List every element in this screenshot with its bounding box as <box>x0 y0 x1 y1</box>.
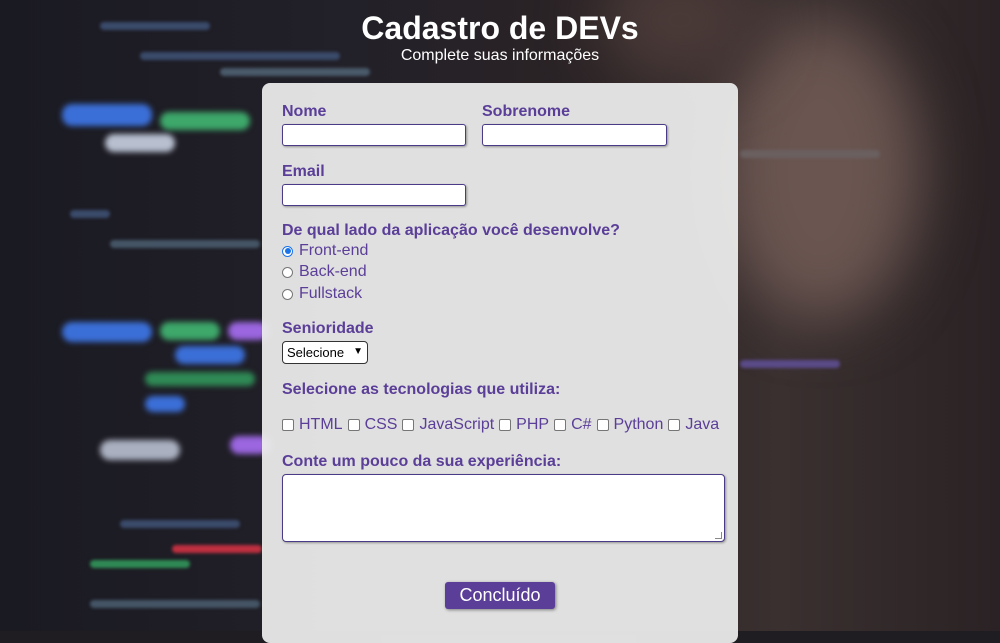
checkbox[interactable] <box>402 419 415 431</box>
checkbox-css[interactable]: CSS <box>347 416 398 434</box>
checkbox-java[interactable]: Java <box>668 416 719 434</box>
checkbox-csharp[interactable]: C# <box>554 416 592 434</box>
radio-label: Back-end <box>299 263 367 280</box>
checkbox-php[interactable]: PHP <box>499 416 549 434</box>
checkbox-label: C# <box>571 416 592 433</box>
select-value: Selecione <box>287 345 345 360</box>
checkbox-javascript[interactable]: JavaScript <box>402 416 494 434</box>
registration-form: Nome Sobrenome Email De qual lado da apl… <box>262 83 738 643</box>
radio-label: Fullstack <box>299 285 363 302</box>
checkbox-label: JavaScript <box>419 416 495 433</box>
checkbox[interactable] <box>554 419 567 431</box>
sobrenome-label: Sobrenome <box>482 103 571 120</box>
nome-input[interactable] <box>282 124 466 146</box>
radio-label: Front-end <box>299 242 369 259</box>
checkbox[interactable] <box>347 419 360 431</box>
checkbox-python[interactable]: Python <box>596 416 664 434</box>
radio-button[interactable] <box>282 266 293 278</box>
checkbox[interactable] <box>499 419 512 431</box>
radio-fullstack[interactable]: Fullstack <box>282 284 362 304</box>
tecnologias-checkboxes: HTML CSS JavaScript PHP C# Python Java <box>282 415 724 435</box>
checkbox-label: HTML <box>299 416 343 433</box>
nome-label: Nome <box>282 103 327 120</box>
email-label: Email <box>282 163 325 180</box>
sobrenome-input[interactable] <box>482 124 667 146</box>
radio-front-end[interactable]: Front-end <box>282 241 368 261</box>
radio-button[interactable] <box>282 245 293 257</box>
page-title: Cadastro de DEVs <box>361 10 639 46</box>
email-input[interactable] <box>282 184 466 206</box>
experiencia-label: Conte um pouco da sua experiência: <box>282 453 562 470</box>
checkbox-label: Java <box>685 416 720 433</box>
checkbox[interactable] <box>668 419 681 431</box>
tecnologias-label: Selecione as tecnologias que utiliza: <box>282 381 561 398</box>
senioridade-select[interactable]: Selecione ▼ <box>282 341 368 364</box>
checkbox-label: PHP <box>516 416 550 433</box>
lado-question: De qual lado da aplicação você desenvolv… <box>282 222 620 239</box>
submit-button[interactable]: Concluído <box>445 582 555 609</box>
senioridade-label: Senioridade <box>282 320 374 337</box>
checkbox-html[interactable]: HTML <box>282 416 343 434</box>
page-subtitle: Complete suas informações <box>400 47 600 64</box>
resize-handle-icon[interactable] <box>715 532 722 539</box>
experiencia-textarea[interactable] <box>282 474 725 542</box>
checkbox-label: Python <box>613 416 664 433</box>
radio-button[interactable] <box>282 288 293 300</box>
checkbox[interactable] <box>596 419 609 431</box>
page-header: Cadastro de DEVs Complete suas informaçõ… <box>0 8 1000 64</box>
radio-back-end[interactable]: Back-end <box>282 262 367 282</box>
checkbox[interactable] <box>282 419 294 431</box>
chevron-down-icon: ▼ <box>353 346 363 357</box>
checkbox-label: CSS <box>364 416 398 433</box>
